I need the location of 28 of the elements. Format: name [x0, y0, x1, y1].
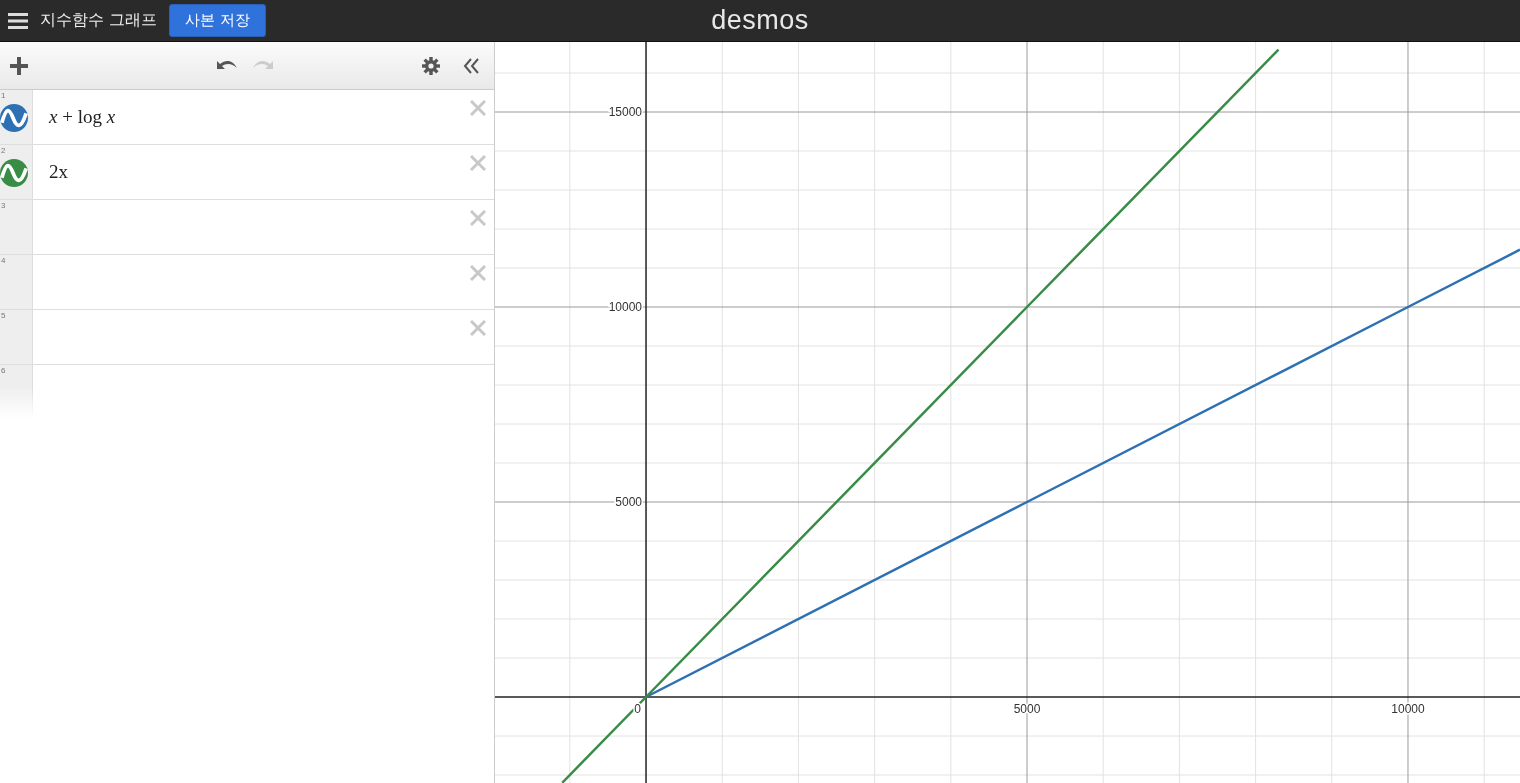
delete-icon[interactable] [470, 265, 486, 281]
graph-title: 지수함수 그래프 [40, 10, 158, 31]
menu-icon[interactable] [8, 12, 28, 29]
row-number: 5 [1, 311, 6, 320]
delete-icon[interactable] [470, 155, 486, 171]
tick-label: 10000 [608, 300, 642, 314]
row-number: 1 [1, 91, 6, 100]
expression-input[interactable]: 2x [49, 161, 68, 183]
delete-icon[interactable] [470, 210, 486, 226]
logo: desmos [711, 4, 809, 37]
tick-label: 5000 [1013, 702, 1041, 716]
tick-label: 0 [634, 702, 641, 716]
curve-icon[interactable] [0, 103, 28, 133]
collapse-icon[interactable] [462, 56, 480, 75]
delete-icon[interactable] [470, 320, 486, 336]
curve-icon[interactable] [0, 158, 28, 188]
plus-icon[interactable] [10, 56, 28, 75]
row-number: 6 [1, 366, 6, 375]
row-number: 3 [1, 201, 6, 210]
row-number: 2 [1, 146, 6, 155]
row-number: 4 [1, 256, 6, 265]
save-copy-button[interactable]: 사본 저장 [169, 4, 266, 37]
tick-label: 10000 [1391, 702, 1425, 716]
expression-input[interactable]: x + log x [49, 106, 116, 128]
delete-icon[interactable] [470, 100, 486, 116]
tick-label: 5000 [615, 495, 642, 509]
tick-label: 15000 [608, 105, 642, 119]
settings-icon[interactable] [422, 56, 440, 75]
